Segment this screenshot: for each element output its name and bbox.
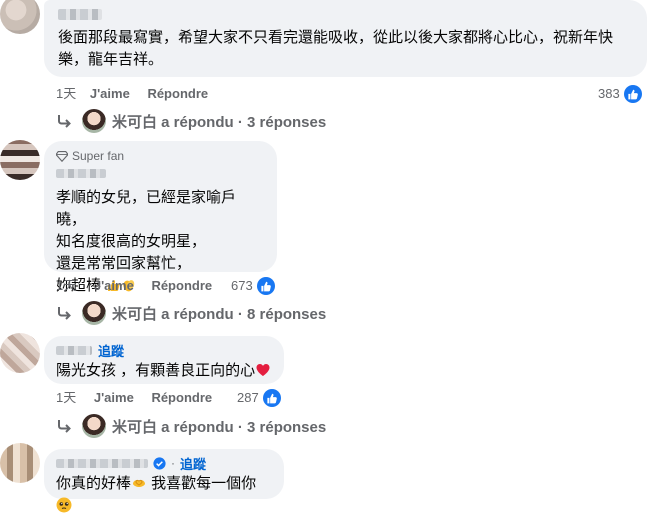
reply-author-avatar: [82, 109, 106, 133]
timestamp[interactable]: 1天: [56, 388, 76, 408]
heart-hands-emoji-icon: [131, 475, 147, 491]
reply-author-avatar: [82, 414, 106, 438]
timestamp[interactable]: 1天: [56, 84, 76, 104]
commenter-row: · 追蹤: [56, 454, 272, 473]
reply-arrow-icon: [58, 307, 71, 320]
comment-bubble: Super fan 孝順的女兒，已經是家喻戶曉， 知名度很高的女明星， 還是常常…: [44, 141, 277, 294]
replies-label: 米可白 a répondu · 8 réponses: [112, 305, 327, 323]
comment-avatar[interactable]: [0, 0, 40, 34]
commenter-name[interactable]: [56, 458, 148, 468]
reply-button[interactable]: Répondre: [151, 276, 212, 296]
comment-avatar[interactable]: [0, 333, 40, 373]
diamond-icon: [56, 150, 68, 162]
replies-label: 米可白 a répondu · 3 réponses: [112, 113, 327, 131]
reaction-number: 383: [598, 86, 620, 101]
verified-badge-icon: [153, 456, 166, 470]
view-replies-link[interactable]: 米可白 a répondu · 3 réponses: [56, 107, 326, 135]
reaction-count[interactable]: 673: [231, 276, 275, 296]
comment-actions: 1天 J'aime Répondre: [56, 84, 208, 104]
commenter-name[interactable]: [56, 165, 265, 183]
follow-button[interactable]: 追蹤: [180, 454, 206, 473]
reaction-number: 287: [237, 390, 259, 405]
comment-avatar[interactable]: [0, 140, 40, 180]
comment-text-body: 陽光女孩 ，有顆善良正向的心: [56, 362, 256, 379]
comment-text: 陽光女孩 ，有顆善良正向的心: [56, 360, 272, 382]
comment-text: 你真的好棒 我喜歡每一個你: [56, 473, 272, 517]
comment-text: 後面那段最寫實，希望大家不只看完還能吸收，從此以後大家都將心比心，祝新年快樂，龍…: [58, 29, 614, 68]
comment-text-part: 我喜歡每一個你: [147, 475, 257, 492]
reaction-number: 673: [231, 278, 253, 293]
red-heart-emoji-icon: [255, 362, 271, 378]
super-fan-badge: Super fan: [56, 149, 265, 163]
reply-button[interactable]: Répondre: [147, 84, 208, 104]
comment-actions: 1天 J'aime Répondre: [56, 388, 212, 408]
reaction-count[interactable]: 383: [598, 84, 642, 104]
commenter-name[interactable]: [58, 6, 102, 24]
comment-actions: 1天 J'aime Répondre: [56, 276, 212, 296]
thumbs-up-icon: [256, 277, 275, 295]
commenter-row: 追蹤: [56, 341, 272, 360]
badge-label: Super fan: [72, 149, 125, 163]
separator-dot: ·: [171, 456, 175, 470]
like-button[interactable]: J'aime: [90, 84, 130, 104]
reply-arrow-icon: [58, 115, 71, 128]
view-replies-link[interactable]: 米可白 a répondu · 3 réponses: [56, 412, 326, 440]
comment-text-part: 你真的好棒: [56, 475, 132, 492]
commenter-name[interactable]: [56, 345, 92, 355]
reply-button[interactable]: Répondre: [151, 388, 212, 408]
reaction-count[interactable]: 287: [237, 388, 281, 408]
timestamp[interactable]: 1天: [56, 276, 76, 296]
comment-bubble: 追蹤 陽光女孩 ，有顆善良正向的心: [44, 336, 284, 384]
comment-avatar[interactable]: [0, 443, 40, 483]
pleading-face-emoji-icon: [56, 497, 72, 513]
reply-arrow-icon: [58, 420, 71, 433]
follow-button[interactable]: 追蹤: [98, 341, 124, 360]
reply-author-avatar: [82, 301, 106, 325]
like-button[interactable]: J'aime: [94, 388, 134, 408]
comment-bubble: · 追蹤 你真的好棒 我喜歡每一個你: [44, 449, 284, 513]
comment-bubble: 後面那段最寫實，希望大家不只看完還能吸收，從此以後大家都將心比心，祝新年快樂，龍…: [44, 0, 647, 77]
like-button[interactable]: J'aime: [94, 276, 134, 296]
thumbs-up-icon: [623, 85, 642, 103]
replies-label: 米可白 a répondu · 3 réponses: [112, 418, 327, 436]
thumbs-up-icon: [262, 389, 281, 407]
view-replies-link[interactable]: 米可白 a répondu · 8 réponses: [56, 299, 326, 327]
